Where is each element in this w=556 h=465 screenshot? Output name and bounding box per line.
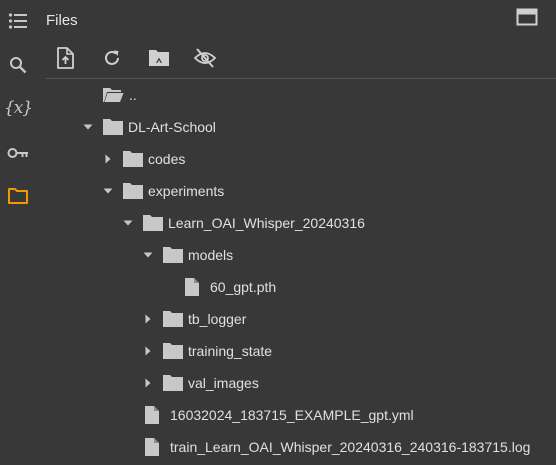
search-icon[interactable] [4, 51, 32, 79]
folder-row[interactable]: tb_logger [36, 303, 556, 335]
folder-icon [142, 214, 164, 232]
chevron-right-icon[interactable] [142, 377, 154, 389]
refresh-button[interactable] [92, 44, 138, 72]
folder-icon [162, 374, 184, 392]
file-icon [144, 405, 160, 425]
tree-item-label: training_state [188, 343, 273, 359]
folder-icon [122, 150, 144, 168]
toggle-panel-icon[interactable] [516, 8, 540, 28]
tree-item-label: models [188, 247, 234, 263]
folder-row[interactable]: DL-Art-School [36, 111, 556, 143]
tree-item-label: Learn_OAI_Whisper_20240316 [168, 215, 365, 231]
tree-item-label: train_Learn_OAI_Whisper_20240316_240316-… [170, 439, 531, 455]
tree-item-label: 60_gpt.pth [210, 279, 277, 295]
mount-drive-button[interactable] [138, 44, 184, 72]
chevron-down-icon[interactable] [102, 185, 114, 197]
folder-row[interactable]: models [36, 239, 556, 271]
chevron-right-icon[interactable] [102, 153, 114, 165]
folder-row[interactable]: Learn_OAI_Whisper_20240316 [36, 207, 556, 239]
tree-item-label: 16032024_183715_EXAMPLE_gpt.yml [170, 407, 414, 423]
folder-open-icon [102, 86, 124, 104]
file-icon [184, 277, 200, 297]
folder-icon [162, 246, 184, 264]
folder-icon [122, 182, 144, 200]
file-row[interactable]: train_Learn_OAI_Whisper_20240316_240316-… [36, 431, 556, 463]
chevron-down-icon[interactable] [122, 217, 134, 229]
tree-item-label: experiments [148, 183, 225, 199]
tree-item-label: .. [129, 87, 137, 103]
folder-icon [162, 310, 184, 328]
chevron-down-icon[interactable] [142, 249, 154, 261]
files-folder-icon[interactable] [4, 182, 32, 210]
panel-title: Files [46, 12, 78, 29]
variables-glyph: {x} [3, 98, 33, 118]
file-icon [144, 437, 160, 457]
files-toolbar [46, 44, 230, 72]
refresh-icon [105, 50, 119, 65]
folder-row[interactable]: .. [36, 79, 556, 111]
variables-icon[interactable]: {x} [3, 94, 33, 122]
tree-item-label: val_images [188, 375, 259, 391]
file-row[interactable]: 60_gpt.pth [36, 271, 556, 303]
folder-row[interactable]: experiments [36, 175, 556, 207]
folder-row[interactable]: training_state [36, 335, 556, 367]
chevron-right-icon[interactable] [142, 313, 154, 325]
folder-icon [102, 118, 124, 136]
tree-item-label: DL-Art-School [128, 119, 216, 135]
table-of-contents-icon[interactable] [4, 7, 32, 35]
sidebar-rail: {x} [0, 0, 36, 465]
secrets-key-icon[interactable] [4, 139, 32, 167]
file-row[interactable]: 16032024_183715_EXAMPLE_gpt.yml [36, 399, 556, 431]
folder-icon [162, 342, 184, 360]
folder-row[interactable]: codes [36, 143, 556, 175]
tree-item-label: codes [148, 151, 186, 167]
files-panel: Files .. DL-Art-School codes experiments… [36, 0, 556, 465]
upload-file-button[interactable] [46, 44, 92, 72]
upload-file-icon [57, 47, 74, 69]
chevron-down-icon[interactable] [82, 121, 94, 133]
mount-drive-icon [149, 50, 169, 66]
folder-row[interactable]: val_images [36, 367, 556, 399]
hide-files-button[interactable] [184, 44, 230, 72]
chevron-right-icon[interactable] [142, 345, 154, 357]
hide-files-icon [194, 48, 216, 68]
tree-item-label: tb_logger [188, 311, 247, 327]
